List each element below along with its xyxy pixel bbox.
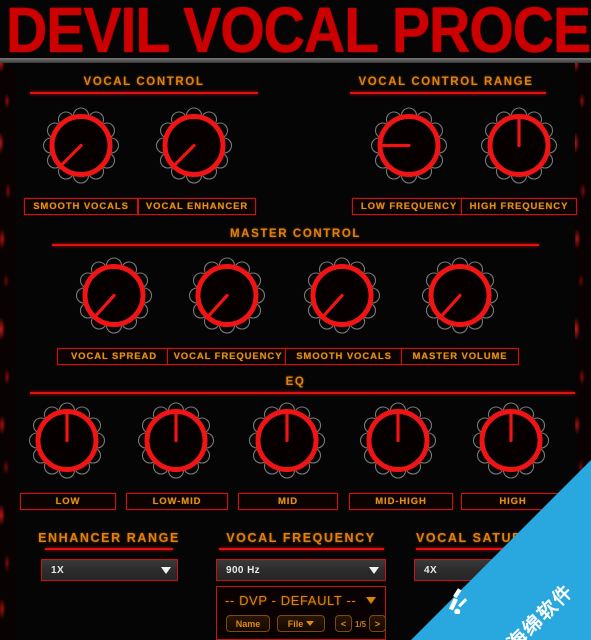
chevron-down-icon: [306, 621, 315, 626]
section-title-eq: EQ: [285, 376, 306, 388]
knob-smooth-vocals-graphic: [42, 107, 120, 184]
knob-label-eq-low-mid: LOW-MID: [126, 493, 228, 510]
section-title-enhancer-range: ENHANCER RANGE: [38, 531, 180, 545]
vocal-frequency-value: 900 Hz: [226, 564, 261, 576]
knob-vocal-frequency[interactable]: [184, 255, 270, 341]
knob-vocal-frequency-graphic: [188, 257, 266, 334]
main-panel: VOCAL CONTROL SMOOTH VOCALS VOCAL ENHANC…: [16, 63, 577, 640]
knob-low-frequency[interactable]: [366, 105, 452, 191]
section-rule-vocal-control: [30, 92, 258, 94]
knob-label-eq-mid-high: MID-HIGH: [349, 493, 453, 510]
knob-vocal-enhancer-graphic: [155, 107, 233, 184]
preset-counter: 1/5: [355, 620, 367, 629]
preset-panel: -- DVP - DEFAULT -- Name File < 1/5 >: [216, 586, 386, 640]
section-title-master-control: MASTER CONTROL: [229, 228, 361, 240]
knob-label-vocal-frequency: VOCAL FREQUENCY: [167, 348, 289, 365]
knob-smooth-vocals-master[interactable]: [299, 255, 385, 341]
section-title-vocal-frequency-bottom: VOCAL FREQUENCY: [226, 531, 376, 545]
section-rule-eq: [30, 392, 575, 394]
preset-dropdown-icon[interactable]: [366, 597, 376, 604]
preset-name-display[interactable]: -- DVP - DEFAULT --: [225, 593, 356, 608]
flame-texture-left-icon: [0, 63, 16, 640]
knob-label-eq-mid: MID: [238, 493, 338, 510]
knob-label-low-frequency: LOW FREQUENCY: [352, 198, 466, 215]
knob-label-smooth-vocals: SMOOTH VOCALS: [24, 198, 138, 215]
page-title: DEVIL VOCAL PROCESSOR: [6, 0, 591, 58]
chevron-down-icon: [161, 566, 171, 574]
knob-eq-low-mid[interactable]: [133, 400, 219, 486]
knob-eq-low-mid-graphic: [137, 402, 215, 479]
section-title-vocal-control: VOCAL CONTROL: [83, 76, 205, 88]
preset-file-button[interactable]: File: [277, 615, 325, 632]
knob-smooth-vocals[interactable]: [38, 105, 124, 191]
section-rule-vocal-saturation: [416, 548, 575, 550]
knob-label-vocal-spread: VOCAL SPREAD: [57, 348, 171, 365]
title-bar: DEVIL VOCAL PROCESSOR: [0, 0, 591, 58]
enhancer-range-dropdown[interactable]: 1X: [41, 559, 178, 581]
knob-eq-mid-graphic: [248, 402, 326, 479]
knob-low-frequency-graphic: [370, 107, 448, 184]
knob-master-volume[interactable]: [417, 255, 503, 341]
knob-master-volume-graphic: [421, 257, 499, 334]
knob-vocal-spread[interactable]: [71, 255, 157, 341]
knob-smooth-vocals-master-graphic: [303, 257, 381, 334]
knob-vocal-enhancer[interactable]: [151, 105, 237, 191]
section-title-vocal-saturation: VOCAL SATURATION: [416, 531, 569, 545]
preset-file-label: File: [287, 618, 304, 629]
knob-label-vocal-enhancer: VOCAL ENHANCER: [138, 198, 256, 215]
preset-next-button[interactable]: >: [369, 615, 386, 632]
section-title-vocal-control-range: VOCAL CONTROL RANGE: [358, 76, 534, 88]
preset-name-button[interactable]: Name: [226, 615, 270, 632]
knob-label-eq-high: HIGH: [461, 493, 565, 510]
knob-high-frequency-graphic: [480, 107, 558, 184]
plugin-window: DEVIL VOCAL PROCESSOR VOCAL CONTROL: [0, 0, 591, 640]
knob-label-smooth-vocals-master: SMOOTH VOCALS: [285, 348, 403, 365]
section-rule-master-control: [52, 244, 539, 246]
section-rule-vocal-control-range: [350, 92, 546, 94]
knob-label-high-frequency: HIGH FREQUENCY: [461, 198, 577, 215]
knob-label-eq-low: LOW: [20, 493, 116, 510]
preset-prev-button[interactable]: <: [335, 615, 352, 632]
flame-texture-right-icon: [575, 63, 591, 640]
knob-eq-high[interactable]: [468, 400, 554, 486]
section-rule-enhancer-range: [45, 548, 173, 550]
knob-eq-mid-high-graphic: [359, 402, 437, 479]
chevron-down-icon: [369, 566, 379, 574]
knob-eq-high-graphic: [472, 402, 550, 479]
knob-high-frequency[interactable]: [476, 105, 562, 191]
knob-eq-mid[interactable]: [244, 400, 330, 486]
vocal-frequency-dropdown[interactable]: 900 Hz: [216, 559, 386, 581]
vocal-saturation-dropdown[interactable]: 4X: [414, 559, 575, 581]
knob-label-master-volume: MASTER VOLUME: [401, 348, 519, 365]
knob-eq-low[interactable]: [24, 400, 110, 486]
vocal-saturation-value: 4X: [424, 564, 438, 576]
section-rule-vocal-frequency-bottom: [219, 548, 384, 550]
knob-vocal-spread-graphic: [75, 257, 153, 334]
knob-eq-low-graphic: [28, 402, 106, 479]
chevron-down-icon: [558, 566, 568, 574]
knob-eq-mid-high[interactable]: [355, 400, 441, 486]
enhancer-range-value: 1X: [51, 564, 65, 576]
